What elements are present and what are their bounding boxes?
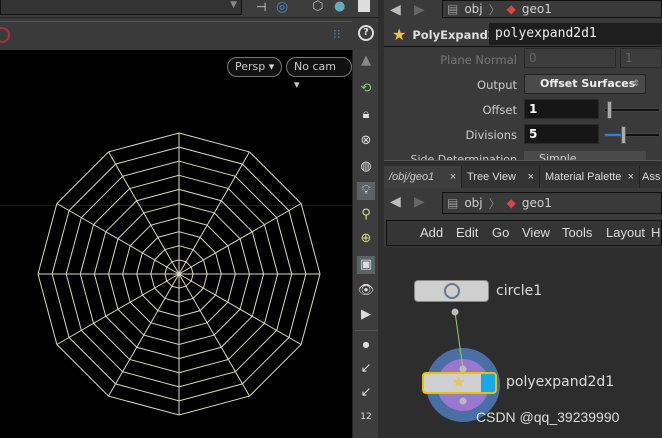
geo-icon: ◆ bbox=[506, 196, 516, 210]
offset-slider-knob[interactable] bbox=[607, 101, 612, 119]
headlight-icon[interactable]: ⚲ bbox=[357, 206, 375, 224]
breadcrumb-obj[interactable]: obj bbox=[464, 2, 482, 16]
divisions-field[interactable]: 5 bbox=[524, 124, 599, 144]
offset-slider[interactable] bbox=[604, 101, 660, 119]
shading-cube-icon[interactable]: ▣ bbox=[357, 256, 375, 274]
help-icon[interactable]: ? bbox=[358, 25, 374, 41]
vector-icon[interactable]: ↙ bbox=[357, 384, 375, 402]
network-editor[interactable]: circle1 ★ polyexpand2d1 CSDN @qq_3923999… bbox=[384, 247, 662, 438]
side-determination-menu[interactable]: Simple Reachability bbox=[524, 151, 646, 160]
polyexpand-geometry bbox=[37, 132, 321, 416]
tab-tree-view[interactable]: Tree View × bbox=[462, 166, 540, 188]
shading-icon[interactable]: ● bbox=[334, 0, 345, 14]
obj-icon: ▤ bbox=[447, 196, 459, 210]
close-icon[interactable]: × bbox=[628, 166, 634, 188]
target-icon[interactable]: ◎ bbox=[276, 0, 288, 15]
menu-edit[interactable]: Edit bbox=[456, 225, 478, 240]
back-icon[interactable]: ◀ bbox=[390, 194, 401, 210]
menu-go[interactable]: Go bbox=[492, 225, 509, 240]
tab-asset[interactable]: Ass bbox=[640, 166, 662, 188]
add-light-icon[interactable]: ⊕ bbox=[357, 230, 375, 248]
divisions-label: Divisions bbox=[465, 128, 517, 142]
lock-icon[interactable]: 🔒︎ bbox=[357, 106, 375, 124]
menu-tools[interactable]: Tools bbox=[562, 225, 592, 240]
menu-help[interactable]: H bbox=[651, 225, 660, 240]
visibility-icon[interactable]: 👁︎ bbox=[357, 282, 375, 300]
menu-add[interactable]: Add bbox=[420, 225, 443, 240]
light-off-icon[interactable]: ⊗ bbox=[357, 132, 375, 150]
wireframe-icon[interactable]: ⬡ bbox=[312, 0, 323, 14]
star-icon: ★ bbox=[452, 373, 466, 391]
parameter-pane: ◀ ▶ ▤ obj 〉 ◆ geo1 ★ PolyExpand2D polyex… bbox=[384, 0, 662, 160]
tab-label: /obj/geo1 bbox=[389, 171, 435, 183]
point-icon[interactable]: ● bbox=[357, 336, 375, 354]
breadcrumb-geo[interactable]: geo1 bbox=[522, 196, 552, 210]
star-icon[interactable]: ★ bbox=[392, 25, 406, 44]
plane-normal-x[interactable]: 0 bbox=[524, 48, 616, 68]
breadcrumb: ▤ obj 〉 ◆ geo1 bbox=[442, 0, 662, 18]
normal-icon[interactable]: ↙ bbox=[357, 360, 375, 378]
tab-label: Ass bbox=[642, 171, 661, 183]
geo-icon: ◆ bbox=[506, 2, 516, 16]
plane-normal-y[interactable]: 1 bbox=[620, 48, 662, 68]
pane-tabs: /obj/geo1 × Tree View × Material Palette × … bbox=[384, 166, 662, 188]
offset-field[interactable]: 1 bbox=[524, 99, 599, 119]
obj-icon: ▤ bbox=[447, 2, 459, 16]
scroll-up-icon[interactable]: ▲ bbox=[357, 52, 375, 70]
node-circle1[interactable] bbox=[414, 280, 489, 302]
menu-view[interactable]: View bbox=[522, 225, 550, 240]
menu-layout[interactable]: Layout bbox=[606, 225, 645, 240]
divisions-slider-knob[interactable] bbox=[621, 126, 626, 144]
param-path-bar: ◀ ▶ ▤ obj 〉 ◆ geo1 bbox=[384, 0, 662, 20]
updown-icon: ⇕ bbox=[632, 79, 640, 89]
3d-viewport[interactable]: Persp ▾ No cam ▾ bbox=[0, 50, 352, 438]
tab-material-palette[interactable]: Material Palette × bbox=[540, 166, 640, 188]
viewer-side-toolbar: ▲ ⟲ 🔒︎ ⊗ ◍ 💡︎ ⚲ ⊕ ▣ 👁︎ ▶ ● ↙ ↙ 12 bbox=[352, 50, 378, 438]
breadcrumb: ▤ obj 〉 ◆ geo1 bbox=[442, 192, 662, 214]
forward-icon[interactable]: ▶ bbox=[414, 2, 425, 18]
display-options-icon[interactable]: ⁝⁝ bbox=[333, 27, 341, 41]
lightbulb-icon[interactable]: 💡︎ bbox=[357, 182, 375, 200]
node-label-polyexpand2d1: polyexpand2d1 bbox=[506, 374, 615, 390]
plane-normal-label: Plane Normal bbox=[440, 53, 517, 67]
camera-vis-icon[interactable]: ▶ bbox=[357, 306, 375, 324]
output-label: Output bbox=[477, 78, 517, 92]
divider bbox=[355, 330, 377, 331]
breadcrumb-obj[interactable]: obj bbox=[464, 196, 482, 210]
background-icon[interactable] bbox=[358, 0, 370, 12]
side-determination-label: Side Determination bbox=[410, 153, 518, 160]
output-menu[interactable]: Offset Surfaces ⇕ bbox=[524, 74, 646, 94]
pin-icon[interactable]: ⊣ bbox=[256, 0, 266, 14]
viewer-top-toolbar: ▼ ⊣ ◎ ⬡ ● bbox=[0, 0, 378, 18]
param-header: ★ PolyExpand2D polyexpand2d1 bbox=[384, 23, 662, 47]
forward-icon[interactable]: ▶ bbox=[414, 194, 425, 210]
viewer-dropdown[interactable]: ▼ bbox=[0, 0, 242, 15]
close-icon[interactable]: × bbox=[450, 166, 456, 188]
network-path-bar: ◀ ▶ ▤ obj 〉 ◆ geo1 bbox=[384, 192, 662, 214]
circle-icon bbox=[444, 283, 460, 299]
offset-label: Offset bbox=[482, 103, 517, 117]
divisions-slider[interactable] bbox=[604, 126, 660, 144]
close-icon[interactable]: × bbox=[528, 166, 534, 188]
network-menu-bar: Add Edit Go View Tools Layout H bbox=[386, 220, 662, 246]
watermark: CSDN @qq_39239990 bbox=[476, 409, 620, 425]
back-icon[interactable]: ◀ bbox=[390, 2, 401, 18]
point-number-icon[interactable]: 12 bbox=[357, 408, 375, 426]
node-label-circle1: circle1 bbox=[496, 283, 543, 299]
tab-label: Material Palette bbox=[545, 171, 622, 183]
stop-icon[interactable] bbox=[0, 27, 10, 43]
ghost-icon[interactable]: ◍ bbox=[357, 158, 375, 176]
node-name-field[interactable]: polyexpand2d1 bbox=[489, 23, 662, 45]
viewport-toolbar: ⁝⁝ ? bbox=[0, 21, 374, 50]
tab-obj-geo1[interactable]: /obj/geo1 × bbox=[384, 166, 462, 188]
breadcrumb-geo[interactable]: geo1 bbox=[522, 2, 552, 16]
node-polyexpand2d1[interactable]: ★ bbox=[422, 372, 497, 394]
select-mode-icon[interactable]: ⟲ bbox=[357, 80, 375, 98]
output-value: Offset Surfaces bbox=[540, 77, 636, 90]
tab-label: Tree View bbox=[467, 171, 516, 183]
